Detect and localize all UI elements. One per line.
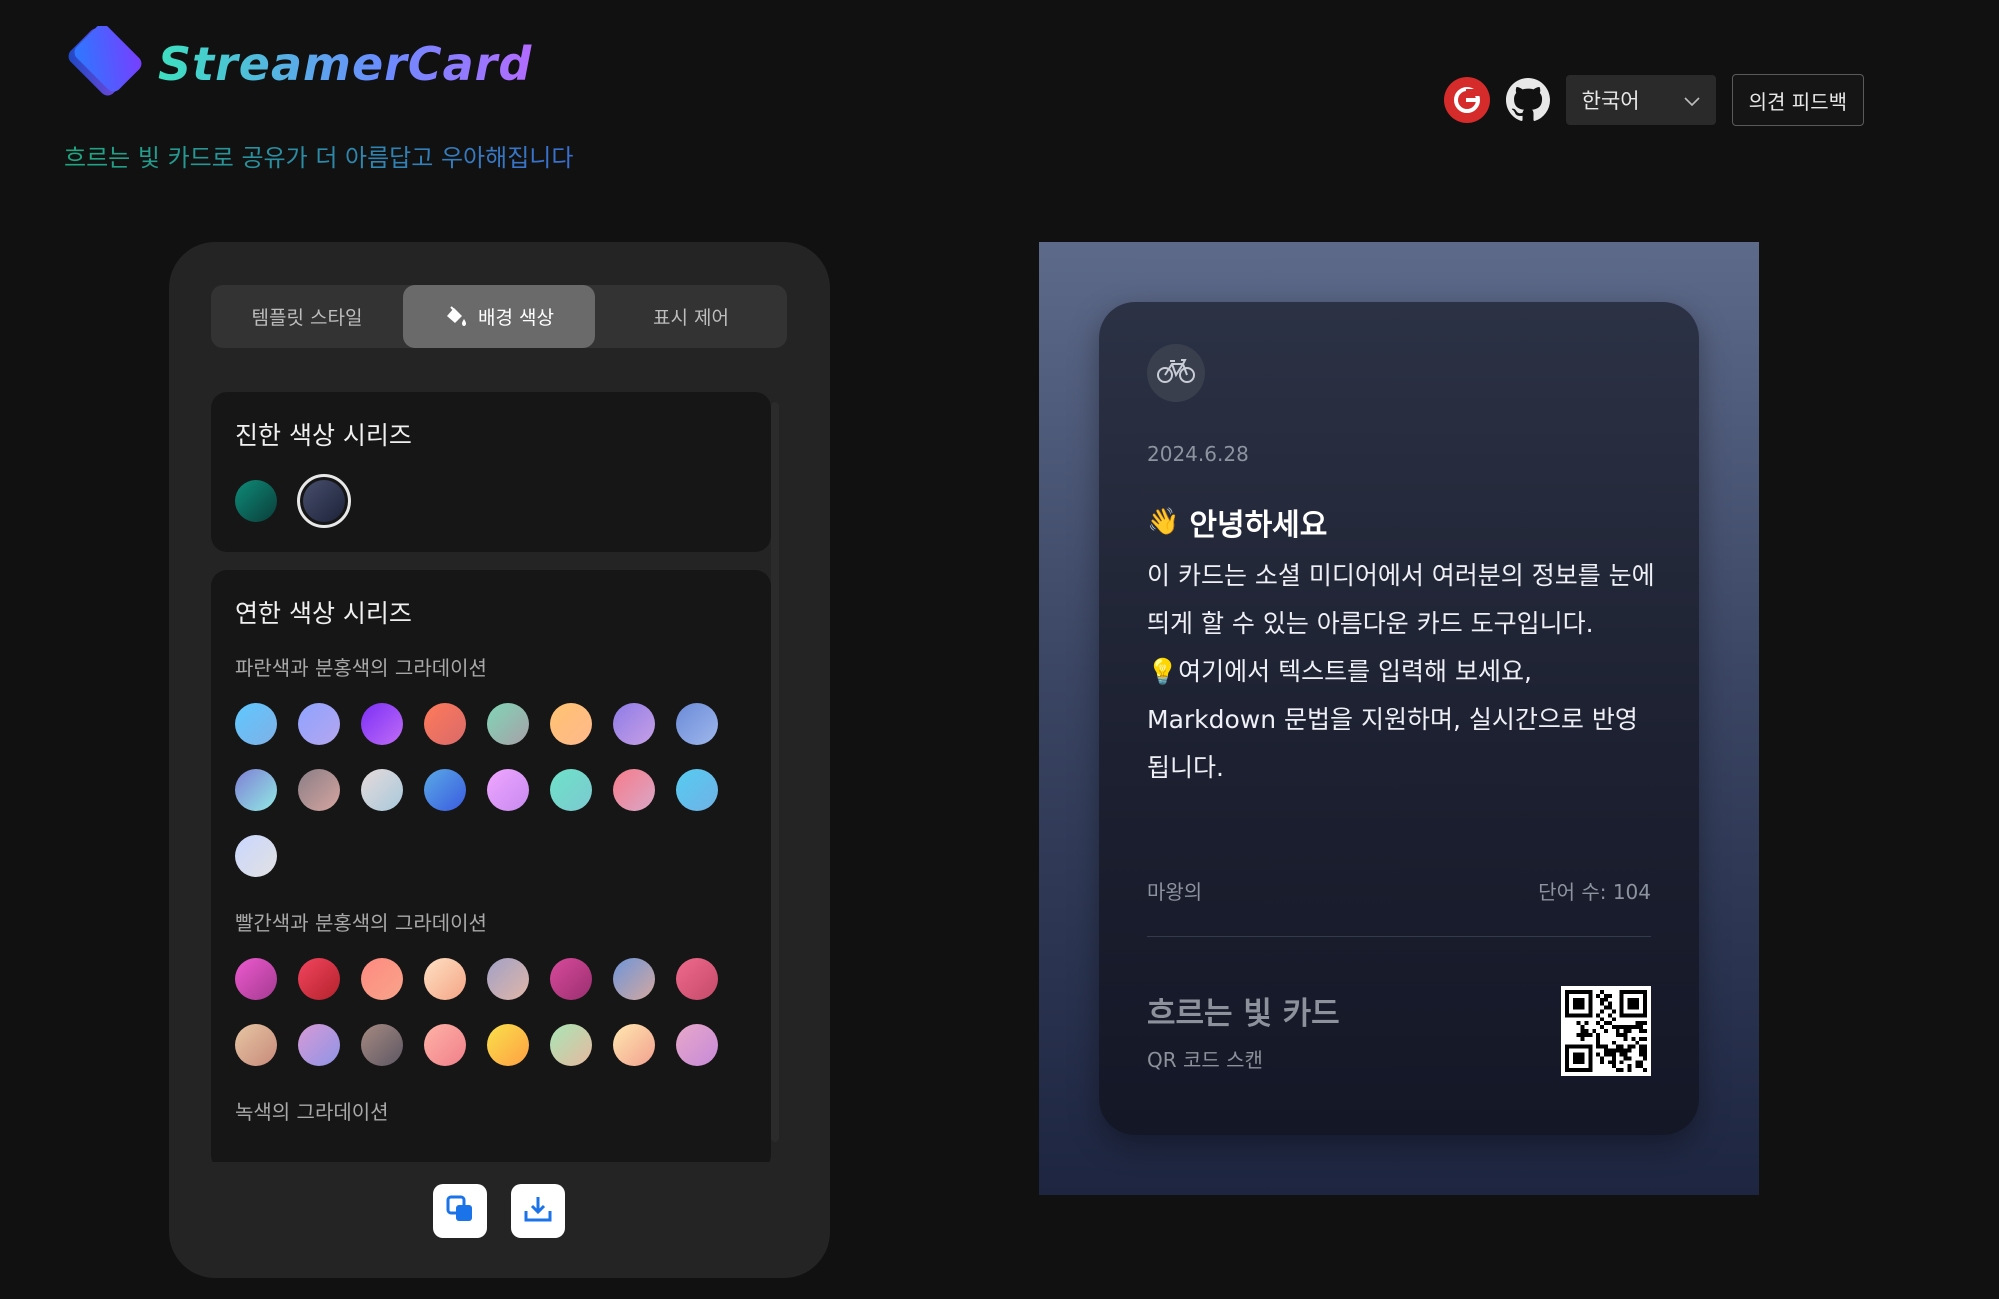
- color-swatch[interactable]: [424, 958, 466, 1000]
- color-swatch[interactable]: [487, 958, 529, 1000]
- group-title: 녹색의 그라데이션: [235, 1100, 389, 1124]
- color-swatch[interactable]: [676, 958, 718, 1000]
- card-preview-background: 2024.6.28 👋 안녕하세요 이 카드는 소셜 미디어에서 여러분의 정보…: [1039, 242, 1759, 1195]
- paint-bucket-icon: [444, 305, 468, 329]
- color-swatch[interactable]: [676, 703, 718, 745]
- color-swatch[interactable]: [361, 769, 403, 811]
- footer-title: 흐르는 빛 카드: [1147, 996, 1340, 1032]
- section-title: 연한 색상 시리즈: [235, 599, 412, 628]
- github-icon[interactable]: [1505, 78, 1550, 122]
- color-swatch[interactable]: [298, 703, 340, 745]
- group-title: 빨간색과 분홍색의 그라데이션: [235, 911, 487, 935]
- section-title: 진한 색상 시리즈: [235, 421, 412, 450]
- tab-display-control[interactable]: 표시 제어: [595, 285, 787, 348]
- tagline: 흐르는 빛 카드로 공유가 더 아름답고 우아해집니다: [64, 138, 573, 173]
- light-series-section: 연한 색상 시리즈 파란색과 분홍색의 그라데이션 빨간색과 분홍색의 그라데이…: [211, 570, 771, 1162]
- color-swatch[interactable]: [235, 835, 277, 877]
- heading-text: 안녕하세요: [1189, 508, 1328, 543]
- color-swatch[interactable]: [613, 1024, 655, 1066]
- tab-template-style[interactable]: 템플릿 스타일: [211, 285, 403, 348]
- color-swatch[interactable]: [424, 1024, 466, 1066]
- language-value: 한국어: [1581, 89, 1640, 113]
- color-swatch[interactable]: [424, 703, 466, 745]
- color-swatch[interactable]: [676, 769, 718, 811]
- tab-bar: 템플릿 스타일 배경 색상 표시 제어: [211, 285, 787, 348]
- color-swatch[interactable]: [613, 703, 655, 745]
- body-paragraph: 이 카드는 소셜 미디어에서 여러분의 정보를 눈에 띄게 할 수 있는 아름다…: [1147, 561, 1655, 638]
- color-swatch[interactable]: [613, 769, 655, 811]
- color-swatch[interactable]: [235, 1024, 277, 1066]
- color-swatch[interactable]: [235, 703, 277, 745]
- download-icon: [523, 1194, 553, 1228]
- word-count: 단어 수: 104: [1538, 880, 1651, 904]
- gitee-icon[interactable]: [1443, 77, 1490, 123]
- color-swatch[interactable]: [550, 1024, 592, 1066]
- header-actions: 한국어 의견 피드백: [1443, 74, 1864, 126]
- color-swatch[interactable]: [424, 769, 466, 811]
- scrollbar[interactable]: [771, 402, 779, 1142]
- dark-swatch-row: [235, 474, 747, 528]
- color-swatch[interactable]: [298, 1024, 340, 1066]
- language-select[interactable]: 한국어: [1565, 75, 1716, 125]
- color-swatch[interactable]: [361, 1024, 403, 1066]
- logo[interactable]: StreamerCard: [62, 24, 533, 102]
- logo-icon: [62, 24, 146, 102]
- swatch-grid: [235, 958, 747, 1066]
- app-title: StreamerCard: [158, 37, 533, 91]
- card-body[interactable]: 이 카드는 소셜 미디어에서 여러분의 정보를 눈에 띄게 할 수 있는 아름다…: [1147, 552, 1657, 792]
- bicycle-icon: [1156, 357, 1196, 389]
- tab-label: 표시 제어: [653, 307, 729, 329]
- color-swatch[interactable]: [550, 958, 592, 1000]
- color-swatch[interactable]: [361, 703, 403, 745]
- color-swatch[interactable]: [676, 1024, 718, 1066]
- dark-series-section: 진한 색상 시리즈: [211, 392, 771, 552]
- preview-card: 2024.6.28 👋 안녕하세요 이 카드는 소셜 미디어에서 여러분의 정보…: [1099, 302, 1699, 1135]
- copy-button[interactable]: [433, 1184, 487, 1238]
- color-swatch[interactable]: [550, 769, 592, 811]
- copy-icon: [445, 1194, 475, 1228]
- color-swatch[interactable]: [297, 474, 351, 528]
- color-swatch[interactable]: [550, 703, 592, 745]
- feedback-button[interactable]: 의견 피드백: [1731, 74, 1864, 126]
- tab-label: 템플릿 스타일: [251, 307, 363, 329]
- color-swatch[interactable]: [298, 769, 340, 811]
- chevron-down-icon: [1684, 88, 1700, 112]
- body-paragraph: 💡여기에서 텍스트를 입력해 보세요, Markdown 문법을 지원하며, 실…: [1147, 648, 1657, 792]
- footer-subtitle: QR 코드 스캔: [1147, 1048, 1263, 1072]
- tab-background-color[interactable]: 배경 색상: [403, 285, 595, 348]
- color-list[interactable]: 진한 색상 시리즈 연한 색상 시리즈 파란색과 분홍색의 그라데이션 빨간색과…: [211, 392, 771, 1162]
- color-swatch[interactable]: [487, 703, 529, 745]
- color-swatch[interactable]: [235, 480, 277, 522]
- divider: [1147, 936, 1651, 937]
- color-swatch[interactable]: [613, 958, 655, 1000]
- color-swatch[interactable]: [361, 958, 403, 1000]
- download-button[interactable]: [511, 1184, 565, 1238]
- action-bar: [433, 1184, 565, 1238]
- settings-panel: 템플릿 스타일 배경 색상 표시 제어 진한 색상 시리즈 연한 색상 시리즈 …: [169, 242, 830, 1278]
- app-root: StreamerCard 흐르는 빛 카드로 공유가 더 아름답고 우아해집니다…: [0, 0, 1999, 1299]
- lightbulb-emoji: 💡: [1147, 657, 1179, 686]
- color-swatch[interactable]: [487, 769, 529, 811]
- qr-code: [1561, 986, 1651, 1076]
- avatar[interactable]: [1147, 344, 1205, 402]
- color-swatch[interactable]: [235, 958, 277, 1000]
- tab-label: 배경 색상: [478, 307, 554, 329]
- card-date: 2024.6.28: [1147, 442, 1249, 466]
- color-swatch[interactable]: [298, 958, 340, 1000]
- card-meta: 마왕의 단어 수: 104: [1147, 876, 1651, 905]
- author-name: 마왕의: [1147, 880, 1203, 904]
- body-text: 여기에서 텍스트를 입력해 보세요, Markdown 문법을 지원하며, 실시…: [1147, 657, 1638, 782]
- group-title: 파란색과 분홍색의 그라데이션: [235, 656, 487, 680]
- color-swatch[interactable]: [487, 1024, 529, 1066]
- color-swatch[interactable]: [235, 769, 277, 811]
- swatch-grid: [235, 703, 747, 877]
- card-heading: 👋 안녕하세요: [1147, 500, 1327, 544]
- wave-emoji: 👋: [1147, 507, 1180, 537]
